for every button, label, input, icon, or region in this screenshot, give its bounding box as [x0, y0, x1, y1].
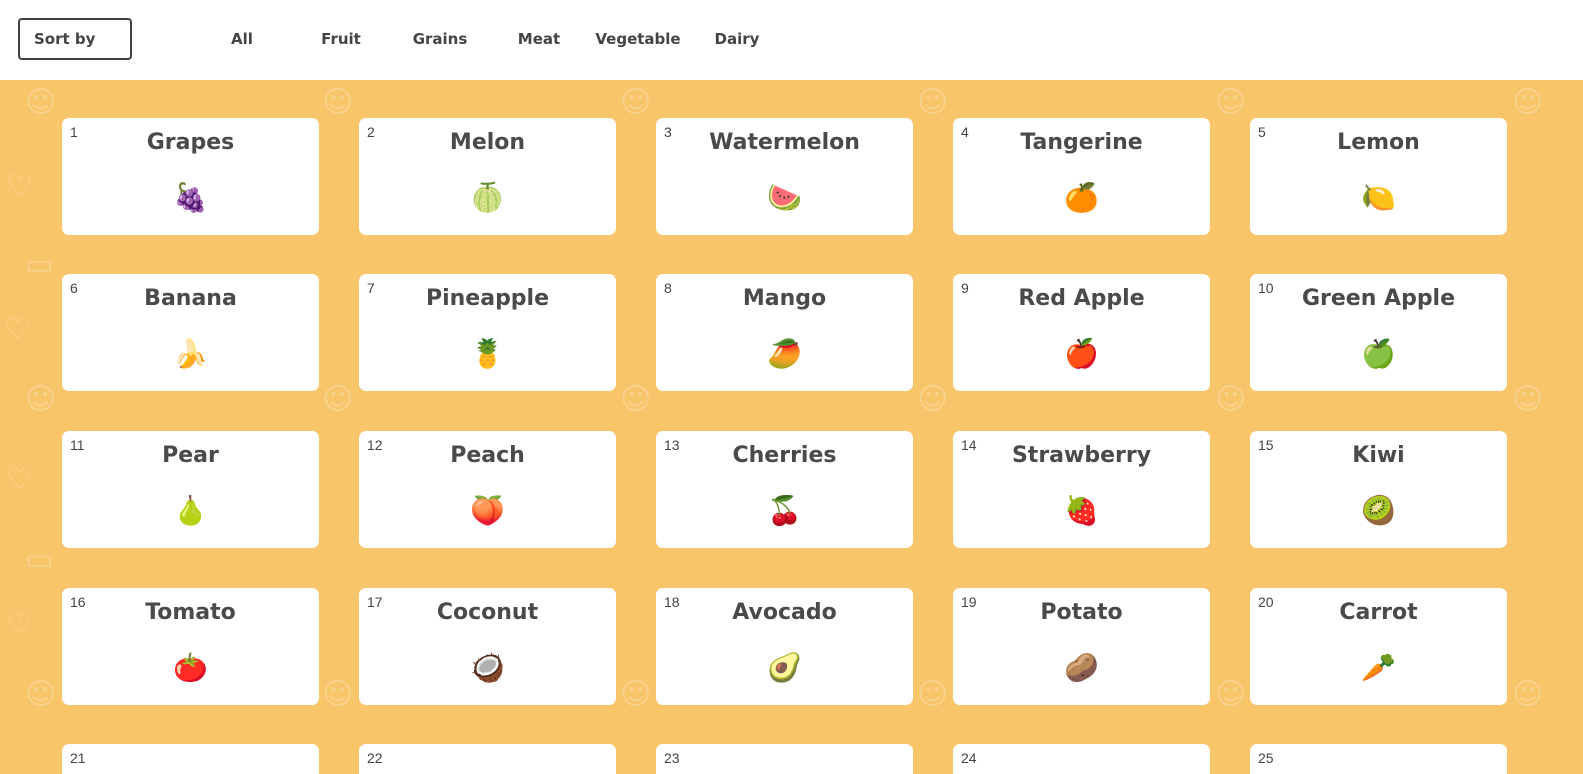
food-card[interactable]: 21: [62, 744, 319, 774]
card-name: Cherries: [732, 443, 837, 468]
card-name: Pineapple: [425, 286, 550, 311]
card-number: 24: [961, 750, 977, 766]
food-card[interactable]: 7 Pineapple 🍍: [359, 274, 616, 391]
food-card[interactable]: 6 Banana 🍌: [62, 274, 319, 391]
card-number: 23: [664, 750, 680, 766]
food-card[interactable]: 19 Potato 🥔: [953, 588, 1210, 705]
food-grid: 1 Grapes 🍇 2 Melon 🍈 3 Watermelon 🍉 4 Tangerine…: [0, 80, 1583, 774]
food-card[interactable]: 12 Peach 🍑: [359, 431, 616, 548]
card-name: Melon: [449, 130, 526, 155]
card-name: Tomato: [145, 600, 236, 625]
food-card[interactable]: 1 Grapes 🍇: [62, 118, 319, 235]
filter-vegetable[interactable]: Vegetable: [593, 30, 683, 48]
lemon-icon: 🍋: [1361, 181, 1396, 214]
food-card[interactable]: 15 Kiwi 🥝: [1250, 431, 1507, 548]
card-name: Green Apple: [1301, 286, 1456, 311]
card-name: Red Apple: [1018, 286, 1145, 311]
card-name: Potato: [1040, 600, 1123, 625]
banana-icon: 🍌: [173, 337, 208, 370]
watermelon-icon: 🍉: [767, 181, 802, 214]
grapes-icon: 🍇: [173, 181, 208, 214]
carrot-icon: 🥕: [1361, 651, 1396, 684]
card-name: Coconut: [436, 600, 539, 625]
card-name: Carrot: [1339, 600, 1418, 625]
filter-all[interactable]: All: [197, 30, 287, 48]
card-name: Avocado: [732, 600, 837, 625]
card-name: Grapes: [146, 130, 235, 155]
pear-icon: 🍐: [173, 494, 208, 527]
avocado-icon: 🥑: [767, 651, 802, 684]
card-name: Strawberry: [1011, 443, 1152, 468]
sort-by-button[interactable]: Sort by: [18, 18, 132, 60]
food-card[interactable]: 5 Lemon 🍋: [1250, 118, 1507, 235]
card-name: Lemon: [1337, 130, 1420, 155]
food-card[interactable]: 16 Tomato 🍅: [62, 588, 319, 705]
food-card[interactable]: 2 Melon 🍈: [359, 118, 616, 235]
coconut-icon: 🥥: [470, 651, 505, 684]
cherries-icon: 🍒: [767, 494, 802, 527]
strawberry-icon: 🍓: [1064, 494, 1099, 527]
red-apple-icon: 🍎: [1064, 337, 1099, 370]
mango-icon: 🥭: [767, 337, 802, 370]
filter-fruit[interactable]: Fruit: [296, 30, 386, 48]
filter-dairy[interactable]: Dairy: [692, 30, 782, 48]
card-name: Peach: [450, 443, 525, 468]
tangerine-icon: 🍊: [1064, 181, 1099, 214]
card-name: Pear: [162, 443, 219, 468]
food-card[interactable]: 3 Watermelon 🍉: [656, 118, 913, 235]
food-card[interactable]: 24: [953, 744, 1210, 774]
green-apple-icon: 🍏: [1361, 337, 1396, 370]
food-card[interactable]: 18 Avocado 🥑: [656, 588, 913, 705]
filter-grains[interactable]: Grains: [395, 30, 485, 48]
card-name: Watermelon: [709, 130, 860, 155]
food-card[interactable]: 13 Cherries 🍒: [656, 431, 913, 548]
filter-meat[interactable]: Meat: [494, 30, 584, 48]
melon-icon: 🍈: [470, 181, 505, 214]
food-card[interactable]: 10 Green Apple 🍏: [1250, 274, 1507, 391]
card-name: Mango: [742, 286, 827, 311]
card-name: Banana: [144, 286, 237, 311]
food-card[interactable]: 20 Carrot 🥕: [1250, 588, 1507, 705]
card-name: Kiwi: [1352, 443, 1405, 468]
tomato-icon: 🍅: [173, 651, 208, 684]
food-card[interactable]: 9 Red Apple 🍎: [953, 274, 1210, 391]
card-number: 22: [367, 750, 383, 766]
food-card[interactable]: 14 Strawberry 🍓: [953, 431, 1210, 548]
top-bar: Sort by All Fruit Grains Meat Vegetable …: [0, 0, 1583, 80]
food-card[interactable]: 23: [656, 744, 913, 774]
food-card[interactable]: 11 Pear 🍐: [62, 431, 319, 548]
card-number: 21: [70, 750, 86, 766]
food-card[interactable]: 25: [1250, 744, 1507, 774]
potato-icon: 🥔: [1064, 651, 1099, 684]
card-number: 25: [1258, 750, 1274, 766]
kiwi-icon: 🥝: [1361, 494, 1396, 527]
food-card[interactable]: 17 Coconut 🥥: [359, 588, 616, 705]
food-card[interactable]: 8 Mango 🥭: [656, 274, 913, 391]
pineapple-icon: 🍍: [470, 337, 505, 370]
peach-icon: 🍑: [470, 494, 505, 527]
food-card[interactable]: 22: [359, 744, 616, 774]
card-name: Tangerine: [1020, 130, 1143, 155]
food-card[interactable]: 4 Tangerine 🍊: [953, 118, 1210, 235]
